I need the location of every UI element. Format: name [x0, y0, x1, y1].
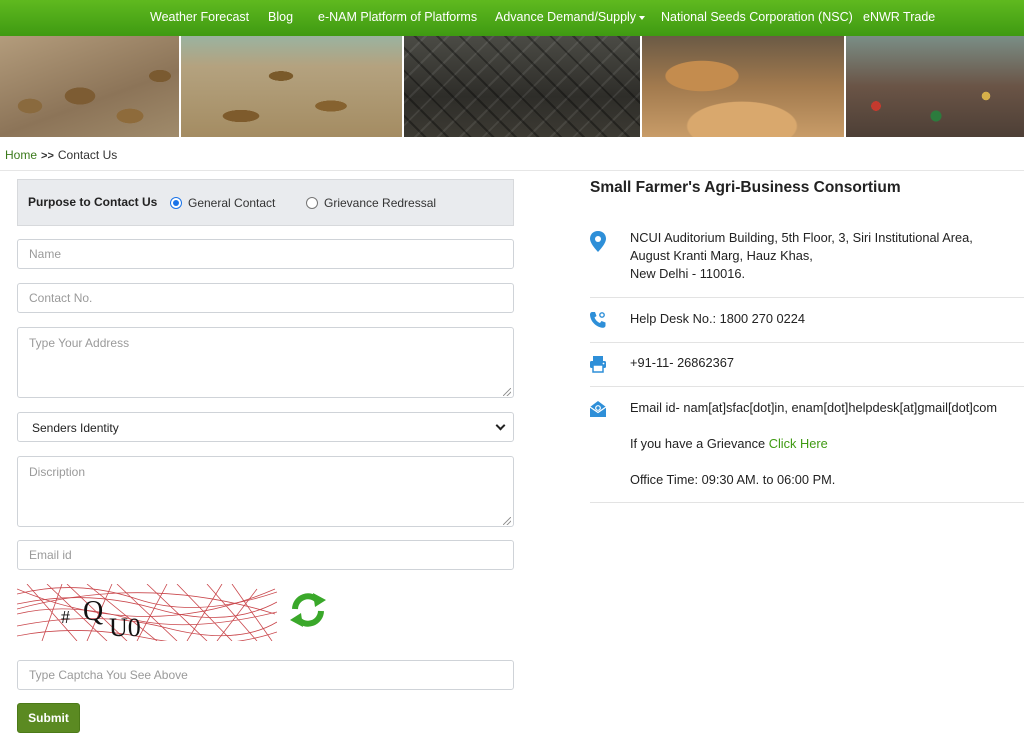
address-textarea[interactable] [17, 327, 514, 398]
nav-weather-forecast[interactable]: Weather Forecast [150, 0, 249, 36]
phone-icon [589, 311, 607, 329]
breadcrumb-separator: >> [41, 150, 54, 162]
fax-number: +91-11- 26862367 [630, 355, 735, 370]
breadcrumb-home-link[interactable]: Home [5, 148, 37, 162]
senders-identity-select[interactable]: Senders Identity [17, 412, 514, 442]
captcha-refresh-icon[interactable] [287, 589, 329, 631]
banner-photo-market [846, 36, 1024, 137]
description-textarea[interactable] [17, 456, 514, 527]
captcha-input[interactable] [17, 660, 514, 690]
banner-image-strip [0, 36, 1024, 137]
address-line-2: August Kranti Marg, Hauz Khas, [630, 248, 813, 263]
captcha-char-1: # [61, 607, 70, 627]
captcha-noise-graphic: # Q U0 [17, 584, 277, 641]
captcha-char-3: U0 [109, 613, 141, 641]
address-line-1: NCUI Auditorium Building, 5th Floor, 3, … [630, 230, 973, 245]
purpose-panel: Purpose to Contact Us General Contact Gr… [17, 179, 514, 226]
banner-photo-grain-heap [642, 36, 844, 137]
captcha-char-2: Q [83, 596, 103, 627]
office-time: Office Time: 09:30 AM. to 06:00 PM. [630, 472, 836, 487]
address-line-3: New Delhi - 110016. [630, 266, 745, 281]
address-block: NCUI Auditorium Building, 5th Floor, 3, … [630, 229, 973, 283]
caret-down-icon [639, 15, 646, 20]
banner-photo-drying-yard [181, 36, 402, 137]
nav-advance-demand-supply-label: Advance Demand/Supply [495, 10, 637, 24]
captcha-image: # Q U0 [17, 584, 277, 641]
breadcrumb-current: Contact Us [57, 148, 118, 162]
purpose-label: Purpose to Contact Us [28, 195, 158, 209]
description-resize-handle[interactable] [503, 517, 511, 525]
nav-enwr-trade[interactable]: eNWR Trade [863, 0, 935, 36]
breadcrumb-divider [0, 170, 1024, 171]
breadcrumb: Home >> Contact Us [5, 148, 117, 162]
chevron-down-icon [495, 420, 506, 431]
grievance-text: If you have a Grievance [630, 436, 766, 451]
nav-enam-platform[interactable]: e-NAM Platform of Platforms [318, 0, 477, 36]
grievance-line: If you have a Grievance Click Here [630, 435, 828, 453]
radio-grievance-redressal-label: Grievance Redressal [324, 196, 437, 210]
radio-general-contact-label: General Contact [188, 196, 276, 210]
top-navigation: Weather Forecast Blog e-NAM Platform of … [0, 0, 1024, 36]
email-input[interactable] [17, 540, 514, 570]
divider-helpdesk [590, 342, 1024, 343]
organization-name: Small Farmer's Agri-Business Consortium [590, 179, 901, 196]
nav-national-seeds-corporation[interactable]: National Seeds Corporation (NSC) [661, 0, 853, 36]
divider-address [590, 297, 1024, 298]
submit-button[interactable]: Submit [17, 703, 80, 733]
radio-general-contact-dot[interactable] [170, 197, 182, 209]
email-icon [589, 400, 607, 418]
senders-identity-value: Senders Identity [32, 421, 119, 435]
radio-grievance-redressal-dot[interactable] [306, 197, 318, 209]
divider-fax [590, 386, 1024, 387]
map-pin-icon [589, 231, 607, 252]
email-address: Email id- nam[at]sfac[dot]in, enam[dot]h… [630, 400, 998, 415]
name-input[interactable] [17, 239, 514, 269]
nav-advance-demand-supply[interactable]: Advance Demand/Supply [495, 0, 646, 36]
contact-number-input[interactable] [17, 283, 514, 313]
address-resize-handle[interactable] [503, 388, 511, 396]
grievance-click-here-link[interactable]: Click Here [769, 436, 828, 451]
helpdesk-number: Help Desk No.: 1800 270 0224 [630, 311, 806, 326]
printer-icon [589, 355, 607, 373]
banner-photo-warehouse [404, 36, 640, 137]
refresh-icon-graphic [290, 593, 326, 627]
nav-blog[interactable]: Blog [268, 0, 293, 36]
banner-photo-grain-sacks [0, 36, 179, 137]
divider-email [590, 502, 1024, 503]
